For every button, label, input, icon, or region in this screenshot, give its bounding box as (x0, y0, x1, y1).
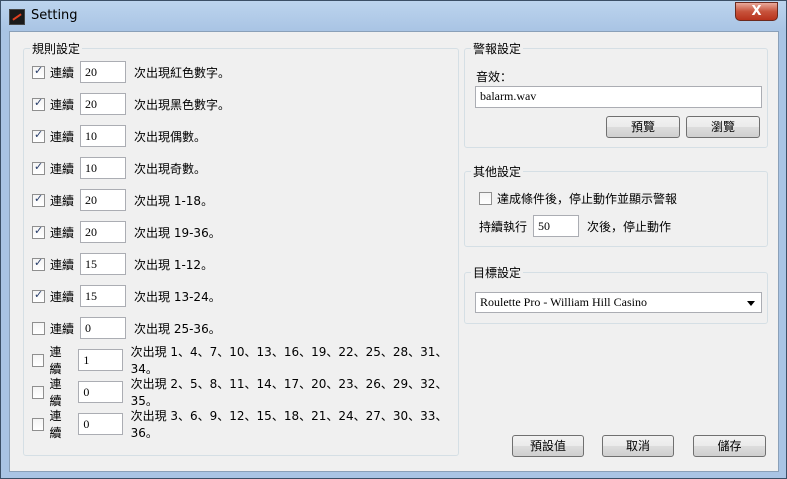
sound-file-input[interactable]: balarm.wav (475, 86, 762, 108)
rule-checkbox[interactable] (32, 256, 45, 271)
rule-prefix-label: 連續 (50, 97, 75, 112)
setting-window: Setting X 規則設定 連續20次出現紅色數字。連續20次出現黑色數字。連… (0, 0, 787, 479)
rule-row: 連續 20 次出現黑色數字。 (32, 92, 230, 116)
rule-checkbox[interactable] (32, 321, 45, 335)
title-bar[interactable]: Setting X (1, 1, 786, 31)
save-button[interactable]: 儲存 (693, 435, 766, 457)
rule-row: 連續 0 次出現 2、5、8、11、14、17、20、23、26、29、32、35。 (32, 377, 458, 408)
rule-prefix-label: 連續 (50, 289, 75, 304)
rule-count-input[interactable]: 0 (80, 317, 127, 339)
continue-count-input[interactable]: 50 (533, 215, 580, 237)
rule-row: 連續 15 次出現 1-12。 (32, 252, 213, 276)
app-icon (9, 9, 25, 25)
other-group: 其他設定 達成條件後，停止動作並顯示警報 持續執行 50 次後，停止動作 (464, 163, 768, 247)
target-select-value: Roulette Pro - William Hill Casino (480, 295, 647, 309)
rule-row: 連續 10 次出現奇數。 (32, 156, 206, 180)
target-group-title: 目標設定 (471, 264, 524, 281)
rule-checkbox[interactable] (32, 353, 45, 367)
stop-checkbox-label: 達成條件後，停止動作並顯示警報 (497, 191, 678, 206)
rule-checkbox[interactable] (32, 224, 45, 239)
rule-checkbox[interactable] (32, 64, 45, 79)
rule-description: 次出現偶數。 (134, 129, 207, 144)
sound-label: 音效： (476, 70, 513, 84)
continue-suffix: 次後，停止動作 (587, 219, 672, 234)
rule-row: 連續 20 次出現紅色數字。 (32, 60, 230, 84)
default-button[interactable]: 預設值 (512, 435, 584, 457)
rule-checkbox[interactable] (32, 288, 45, 303)
rule-count-input[interactable]: 0 (78, 381, 123, 403)
rule-description: 次出現 13-24。 (134, 289, 221, 304)
rule-description: 次出現 19-36。 (134, 225, 221, 240)
close-button[interactable]: X (735, 2, 778, 21)
cancel-button[interactable]: 取消 (602, 435, 674, 457)
rule-description: 次出現 3、6、9、12、15、18、21、24、27、30、33、36。 (130, 409, 448, 440)
rule-checkbox[interactable] (32, 128, 45, 143)
rule-checkbox[interactable] (32, 160, 45, 175)
rule-description: 次出現黑色數字。 (134, 97, 231, 112)
rule-prefix-label: 連續 (49, 377, 62, 408)
rules-group-title: 規則設定 (30, 40, 83, 57)
dialog-client-area: 規則設定 連續20次出現紅色數字。連續20次出現黑色數字。連續10次出現偶數。連… (9, 31, 779, 472)
stop-checkbox[interactable] (479, 191, 492, 205)
preview-button[interactable]: 預覽 (606, 116, 680, 138)
rule-count-input[interactable]: 20 (80, 189, 127, 211)
rule-count-input[interactable]: 20 (80, 93, 127, 115)
rule-row: 連續 0 次出現 25-36。 (32, 316, 221, 340)
rule-checkbox[interactable] (32, 385, 45, 399)
rule-count-input[interactable]: 20 (80, 221, 127, 243)
rule-prefix-label: 連續 (50, 193, 75, 208)
rule-prefix-label: 連續 (50, 257, 75, 272)
rule-description: 次出現 1-18。 (134, 193, 214, 208)
target-select[interactable]: Roulette Pro - William Hill Casino (475, 292, 762, 313)
rule-count-input[interactable]: 15 (80, 253, 127, 275)
rule-row: 連續 1 次出現 1、4、7、10、13、16、19、22、25、28、31、34。 (32, 345, 458, 376)
rule-prefix-label: 連續 (49, 409, 62, 440)
rule-count-input[interactable]: 10 (80, 125, 127, 147)
rule-count-input[interactable]: 1 (78, 349, 123, 371)
browse-button[interactable]: 瀏覽 (686, 116, 760, 138)
alarm-group: 警報設定 音效： balarm.wav 預覽 瀏覽 (464, 40, 768, 148)
rule-description: 次出現奇數。 (134, 161, 207, 176)
rule-row: 連續 10 次出現偶數。 (32, 124, 206, 148)
rule-checkbox[interactable] (32, 192, 45, 207)
rule-prefix-label: 連續 (50, 161, 75, 176)
rule-prefix-label: 連續 (49, 345, 62, 376)
rule-prefix-label: 連續 (50, 225, 75, 240)
chevron-down-icon[interactable] (747, 301, 755, 306)
rule-row: 連續 0 次出現 3、6、9、12、15、18、21、24、27、30、33、36。 (32, 409, 458, 440)
alarm-group-title: 警報設定 (471, 40, 524, 57)
rule-row: 連續 20 次出現 19-36。 (32, 220, 221, 244)
rule-prefix-label: 連續 (50, 65, 75, 80)
rule-checkbox[interactable] (32, 96, 45, 111)
rule-count-input[interactable]: 20 (80, 61, 127, 83)
rules-group: 規則設定 連續20次出現紅色數字。連續20次出現黑色數字。連續10次出現偶數。連… (23, 40, 459, 456)
rule-prefix-label: 連續 (50, 321, 75, 336)
stop-option-row: 達成條件後，停止動作並顯示警報 (479, 186, 677, 210)
rule-description: 次出現 1-12。 (134, 257, 214, 272)
rule-description: 次出現紅色數字。 (134, 65, 231, 80)
rule-count-input[interactable]: 10 (80, 157, 127, 179)
rule-count-input[interactable]: 15 (80, 285, 127, 307)
rule-description: 次出現 2、5、8、11、14、17、20、23、26、29、32、35。 (130, 377, 448, 408)
window-title: Setting (31, 8, 78, 23)
rule-prefix-label: 連續 (50, 129, 75, 144)
continue-row: 持續執行 50 次後，停止動作 (479, 214, 671, 238)
rule-row: 連續 15 次出現 13-24。 (32, 284, 221, 308)
rule-checkbox[interactable] (32, 417, 45, 431)
continue-label: 持續執行 (479, 219, 528, 234)
other-group-title: 其他設定 (471, 163, 524, 180)
rule-count-input[interactable]: 0 (78, 413, 123, 435)
rule-row: 連續 20 次出現 1-18。 (32, 188, 213, 212)
target-group: 目標設定 Roulette Pro - William Hill Casino (464, 264, 768, 324)
rule-description: 次出現 1、4、7、10、13、16、19、22、25、28、31、34。 (130, 345, 448, 376)
rule-description: 次出現 25-36。 (134, 321, 221, 336)
